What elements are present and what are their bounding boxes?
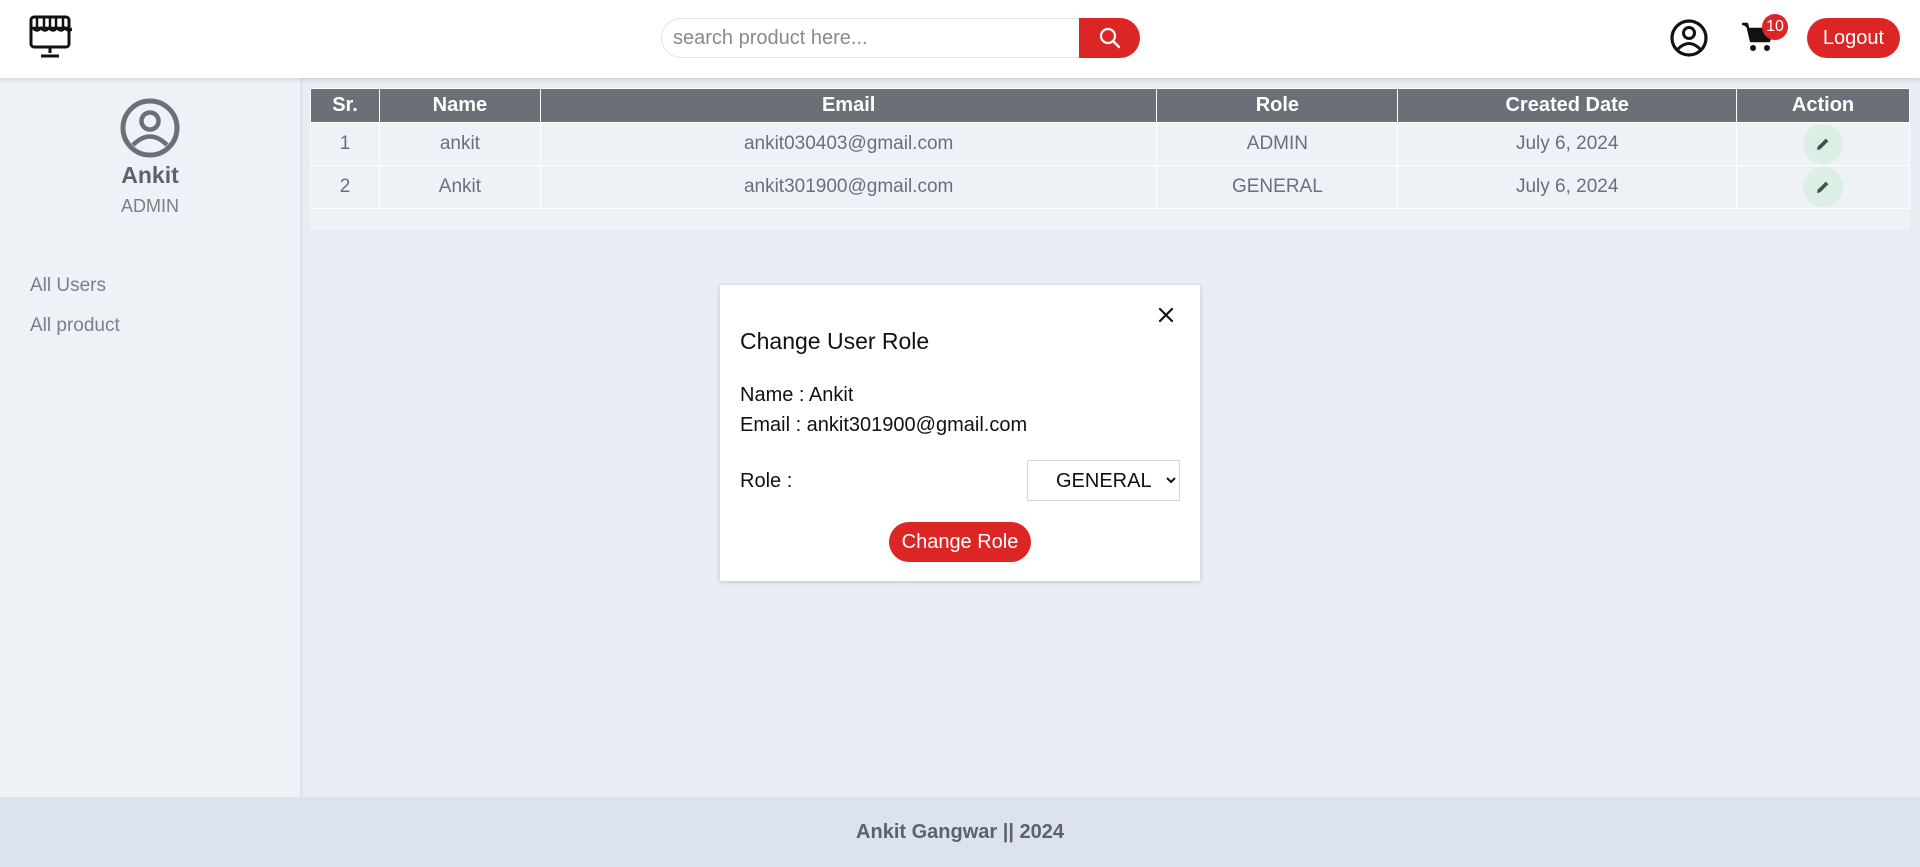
table-row: 2 Ankit ankit301900@gmail.com GENERAL Ju… (310, 165, 1910, 209)
user-circle-icon[interactable] (1669, 18, 1709, 58)
page-footer: Ankit Gangwar || 2024 (0, 797, 1920, 867)
cell-action (1736, 122, 1910, 166)
user-circle-icon (120, 98, 180, 158)
column-header-email: Email (539, 88, 1158, 123)
cell-email: ankit030403@gmail.com (539, 122, 1158, 166)
dialog-title: Change User Role (740, 328, 930, 354)
role-label: Role : (740, 470, 793, 492)
cell-role: GENERAL (1156, 165, 1399, 209)
role-select[interactable]: GENERAL (1027, 460, 1180, 501)
sidebar-item-all-users[interactable]: All Users (30, 266, 120, 306)
column-header-role: Role (1156, 88, 1399, 123)
users-table: Sr. Name Email Role Created Date Action … (310, 88, 1910, 209)
sidebar-user-name: Ankit (121, 162, 179, 188)
cell-email: ankit301900@gmail.com (539, 165, 1158, 209)
cell-role: ADMIN (1156, 122, 1399, 166)
cell-sr: 2 (310, 165, 380, 209)
column-header-name: Name (378, 88, 541, 123)
column-header-sr: Sr. (310, 88, 380, 123)
close-button[interactable] (1154, 303, 1178, 327)
sidebar-user-role: ADMIN (121, 196, 179, 216)
edit-role-button[interactable] (1803, 167, 1844, 207)
cell-created-date: July 6, 2024 (1397, 122, 1738, 166)
close-icon (1159, 308, 1173, 322)
search-button[interactable] (1079, 18, 1140, 58)
logout-button[interactable]: Logout (1807, 18, 1900, 58)
cart-count-badge: 10 (1762, 14, 1788, 40)
search-input[interactable] (661, 18, 1079, 58)
cell-sr: 1 (310, 122, 380, 166)
table-row: 1 ankit ankit030403@gmail.com ADMIN July… (310, 122, 1910, 166)
column-header-created-date: Created Date (1397, 88, 1738, 123)
sidebar-nav: All Users All product (30, 266, 120, 346)
table-header-row: Sr. Name Email Role Created Date Action (310, 88, 1910, 123)
cell-name: Ankit (378, 165, 541, 209)
sidebar-item-all-product[interactable]: All product (30, 306, 120, 346)
change-role-button[interactable]: Change Role (889, 522, 1031, 562)
top-header: 10 Logout (0, 0, 1920, 78)
edit-role-button[interactable] (1803, 124, 1844, 164)
change-role-dialog: Change User Role Name : Ankit Email : an… (720, 285, 1200, 581)
storefront-monitor-icon[interactable] (28, 14, 72, 60)
column-header-action: Action (1736, 88, 1910, 123)
search-icon (1099, 27, 1120, 49)
pencil-icon (1817, 138, 1829, 150)
dialog-user-name: Name : Ankit (740, 384, 854, 406)
admin-sidebar: Ankit ADMIN All Users All product (0, 78, 300, 797)
cell-name: ankit (378, 122, 541, 166)
users-table-container: Sr. Name Email Role Created Date Action … (310, 88, 1910, 230)
cell-action (1736, 165, 1910, 209)
footer-text: Ankit Gangwar || 2024 (856, 820, 1064, 843)
dialog-user-email: Email : ankit301900@gmail.com (740, 414, 1028, 436)
search-bar (661, 18, 1140, 58)
cell-created-date: July 6, 2024 (1397, 165, 1738, 209)
pencil-icon (1817, 181, 1829, 193)
